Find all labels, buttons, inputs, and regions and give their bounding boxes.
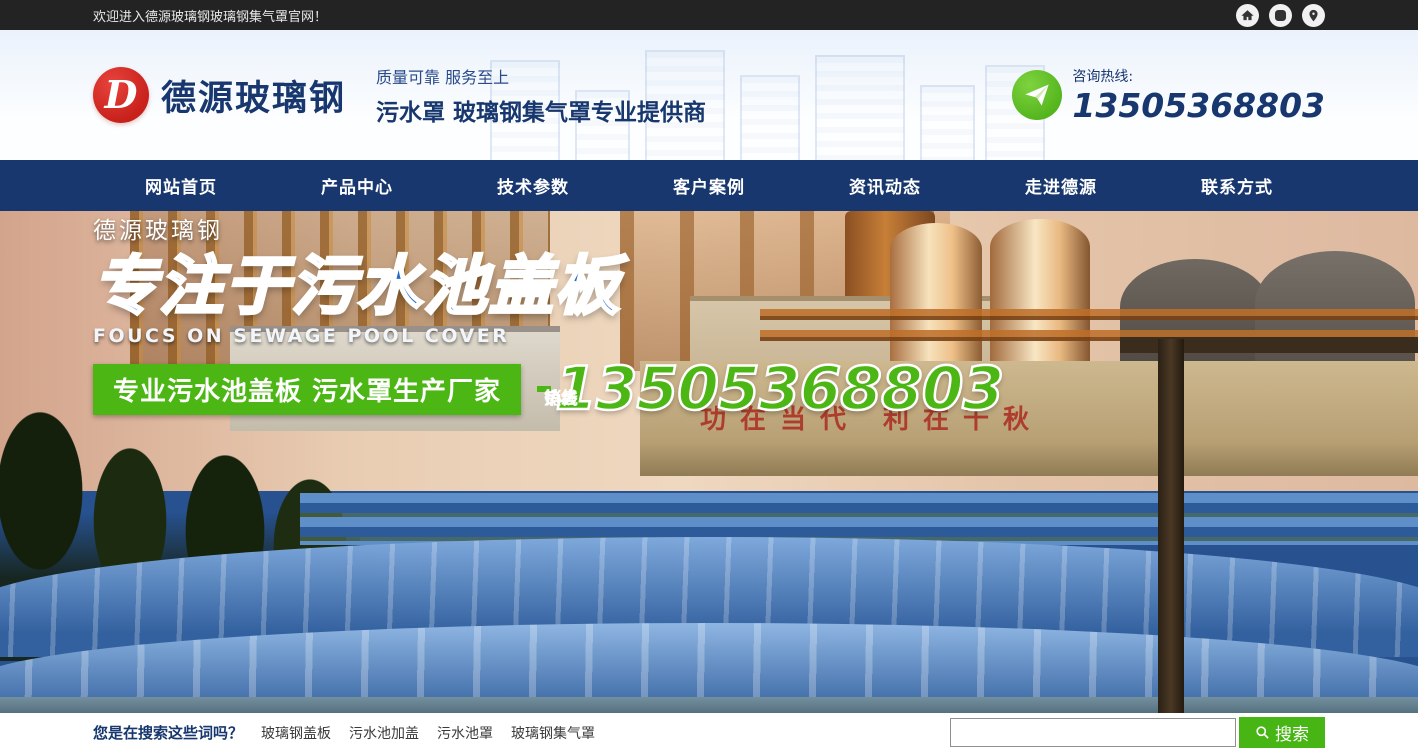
location-icon[interactable] [1302,4,1325,27]
search-prompt: 您是在搜索这些词吗？ [93,722,243,743]
slogan-large: 污水罩 玻璃钢集气罩专业提供商 [376,93,706,127]
sales-phone-number: 13505368803 [555,359,1003,419]
nav-item-news[interactable]: 资讯动态 [797,160,973,211]
hero-title: 专注于污水池盖板 [93,251,1325,323]
hero-brand: 德源玻璃钢 [93,211,1325,245]
sales-hotline-badge: 销售 热线 [537,386,551,392]
topbar: 欢迎进入德源玻璃钢玻璃钢集气罩官网！ [0,0,1418,30]
hotline-number: 13505368803 [1072,86,1325,125]
logo-icon: D [93,67,149,123]
keyword-link-2[interactable]: 污水池加盖 [349,723,419,743]
nav-item-contact[interactable]: 联系方式 [1149,160,1325,211]
slogan-small: 质量可靠 服务至上 [376,64,706,88]
welcome-text: 欢迎进入德源玻璃钢玻璃钢集气罩官网！ [93,6,327,25]
search-strip: 您是在搜索这些词吗？ 玻璃钢盖板 污水池加盖 污水池罩 玻璃钢集气罩 搜索 [0,713,1418,752]
keyword-link-3[interactable]: 污水池罩 [437,723,493,743]
header: D 德源玻璃钢 质量可靠 服务至上 污水罩 玻璃钢集气罩专业提供商 咨询热线: … [0,30,1418,160]
nav-item-specs[interactable]: 技术参数 [445,160,621,211]
main-nav: 网站首页 产品中心 技术参数 客户案例 资讯动态 走进德源 联系方式 [0,160,1418,211]
hero-subtitle: FOUCS ON SEWAGE POOL COVER [93,325,1325,347]
keyword-link-4[interactable]: 玻璃钢集气罩 [511,723,595,743]
sales-label-line2: 热线 [544,389,578,410]
nav-item-about[interactable]: 走进德源 [973,160,1149,211]
keyword-link-1[interactable]: 玻璃钢盖板 [261,723,331,743]
header-slogans: 质量可靠 服务至上 污水罩 玻璃钢集气罩专业提供商 [376,64,706,127]
hero-green-banner: 专业污水池盖板 污水罩生产厂家 [93,364,521,415]
home-icon[interactable] [1236,4,1259,27]
instagram-icon[interactable] [1269,4,1292,27]
hotline: 咨询热线: 13505368803 [1012,66,1325,125]
hotline-label: 咨询热线: [1072,66,1325,86]
magnifier-icon [1255,725,1270,740]
social-links [1236,4,1325,27]
search-input[interactable] [950,718,1236,747]
search-button-label: 搜索 [1275,720,1309,745]
search-button[interactable]: 搜索 [1239,717,1325,748]
hero-banner: 功在当代 利在千秋 德源玻璃钢 专注于污水池盖板 FOUCS ON SEWAGE… [0,211,1418,713]
nav-item-home[interactable]: 网站首页 [93,160,269,211]
paper-plane-icon [1012,70,1062,120]
nav-item-cases[interactable]: 客户案例 [621,160,797,211]
logo[interactable]: D 德源玻璃钢 [93,67,346,123]
nav-item-products[interactable]: 产品中心 [269,160,445,211]
company-name: 德源玻璃钢 [161,70,346,121]
